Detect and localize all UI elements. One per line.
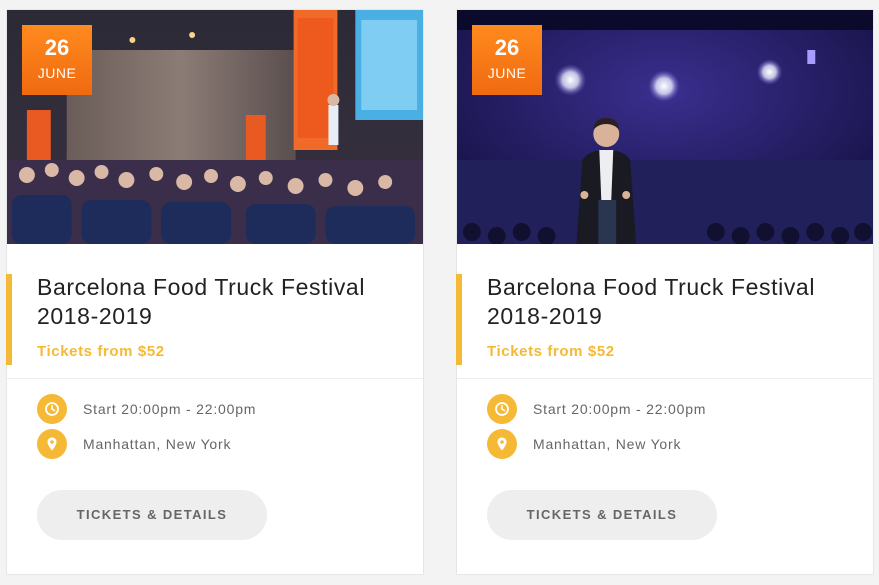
- clock-icon: [487, 394, 517, 424]
- divider: [7, 378, 423, 379]
- event-title[interactable]: Barcelona Food Truck Festival 2018-2019: [37, 273, 407, 331]
- event-card: 26 JUNE Barcelona Food Truck Festival 20…: [456, 9, 874, 575]
- date-badge: 26 JUNE: [22, 25, 92, 95]
- event-location: Manhattan, New York: [533, 436, 682, 452]
- date-day: 26: [44, 35, 70, 60]
- date-month: JUNE: [487, 65, 527, 81]
- event-title[interactable]: Barcelona Food Truck Festival 2018-2019: [487, 273, 857, 331]
- accent-bar: [456, 274, 462, 365]
- divider: [457, 378, 873, 379]
- event-time-row: Start 20:00pm - 22:00pm: [37, 394, 256, 424]
- date-badge: 26 JUNE: [472, 25, 542, 95]
- clock-icon: [37, 394, 67, 424]
- map-pin-icon: [37, 429, 67, 459]
- event-time: Start 20:00pm - 22:00pm: [533, 401, 707, 417]
- event-card: 26 JUNE Barcelona Food Truck Festival 20…: [6, 9, 424, 575]
- event-location-row: Manhattan, New York: [37, 429, 231, 459]
- tickets-details-button[interactable]: TICKETS & DETAILS: [487, 490, 717, 540]
- tickets-details-button[interactable]: TICKETS & DETAILS: [37, 490, 267, 540]
- date-day: 26: [494, 35, 520, 60]
- ticket-price: Tickets from $52: [487, 343, 615, 360]
- map-pin-icon: [487, 429, 517, 459]
- ticket-price: Tickets from $52: [37, 343, 165, 360]
- accent-bar: [6, 274, 12, 365]
- date-month: JUNE: [37, 65, 77, 81]
- event-location: Manhattan, New York: [83, 436, 232, 452]
- event-location-row: Manhattan, New York: [487, 429, 681, 459]
- event-time: Start 20:00pm - 22:00pm: [83, 401, 257, 417]
- event-time-row: Start 20:00pm - 22:00pm: [487, 394, 706, 424]
